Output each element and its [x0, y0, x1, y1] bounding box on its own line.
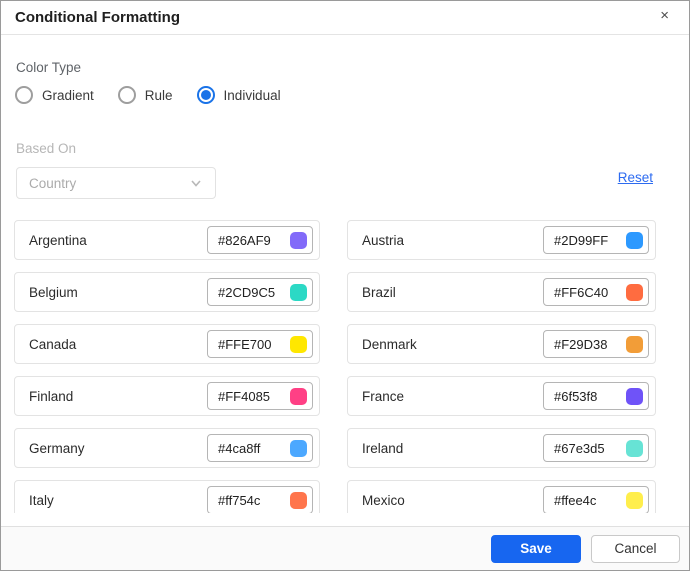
color-type-label: Color Type: [16, 60, 82, 75]
dialog-footer: Save Cancel: [1, 526, 689, 570]
hex-value: #FFE700: [218, 336, 272, 352]
close-icon[interactable]: ×: [654, 6, 675, 25]
dialog-title: Conditional Formatting: [15, 9, 180, 26]
color-hex-input[interactable]: #6f53f8: [543, 382, 649, 410]
country-label: France: [362, 388, 405, 404]
hex-value: #F29D38: [554, 336, 608, 352]
color-item-germany: Germany #4ca8ff: [14, 428, 320, 468]
color-swatch[interactable]: [626, 491, 643, 509]
color-item-belgium: Belgium #2CD9C5: [14, 272, 320, 312]
country-label: Mexico: [362, 492, 405, 508]
color-hex-input[interactable]: #ffee4c: [543, 486, 649, 513]
country-label: Denmark: [362, 336, 417, 352]
hex-value: #6f53f8: [554, 388, 598, 404]
color-swatch[interactable]: [626, 387, 643, 405]
hex-value: #ff754c: [218, 492, 261, 508]
radio-circle-icon: [117, 86, 136, 104]
country-label: Italy: [29, 492, 54, 508]
color-hex-input[interactable]: #FF4085: [207, 382, 313, 410]
dialog-header: Conditional Formatting ×: [1, 1, 689, 35]
color-type-radio-group: Gradient Rule Individual: [15, 86, 281, 104]
color-hex-input[interactable]: #4ca8ff: [207, 434, 313, 462]
color-item-ireland: Ireland #67e3d5: [347, 428, 656, 468]
country-label: Belgium: [29, 284, 78, 300]
country-label: Brazil: [362, 284, 396, 300]
radio-gradient[interactable]: Gradient: [15, 86, 94, 104]
country-label: Ireland: [362, 440, 404, 456]
hex-value: #ffee4c: [554, 492, 597, 508]
hex-value: #FF4085: [218, 388, 271, 404]
color-item-brazil: Brazil #FF6C40: [347, 272, 656, 312]
color-swatch[interactable]: [626, 439, 643, 457]
color-hex-input[interactable]: #FFE700: [207, 330, 313, 358]
color-hex-input[interactable]: #F29D38: [543, 330, 649, 358]
color-hex-input[interactable]: #826AF9: [207, 226, 313, 254]
hex-value: #2D99FF: [554, 232, 609, 248]
reset-link[interactable]: Reset: [618, 170, 653, 185]
color-item-finland: Finland #FF4085: [14, 376, 320, 416]
color-swatch[interactable]: [626, 283, 643, 301]
radio-individual[interactable]: Individual: [196, 86, 281, 104]
color-swatch[interactable]: [290, 439, 307, 457]
color-swatch[interactable]: [626, 231, 643, 249]
color-item-france: France #6f53f8: [347, 376, 656, 416]
color-swatch[interactable]: [290, 231, 307, 249]
save-button[interactable]: Save: [491, 534, 581, 563]
color-item-austria: Austria #2D99FF: [347, 220, 656, 260]
conditional-formatting-dialog: Conditional Formatting × Color Type Grad…: [0, 0, 690, 571]
color-item-italy: Italy #ff754c: [14, 480, 320, 513]
color-hex-input[interactable]: #FF6C40: [543, 278, 649, 306]
color-hex-input[interactable]: #2CD9C5: [207, 278, 313, 306]
hex-value: #67e3d5: [554, 440, 605, 456]
based-on-label: Based On: [16, 141, 77, 156]
based-on-dropdown[interactable]: Country: [16, 167, 216, 199]
color-swatch[interactable]: [290, 387, 307, 405]
color-swatch[interactable]: [626, 335, 643, 353]
based-on-selected-value: Country: [29, 175, 77, 191]
color-hex-input[interactable]: #ff754c: [207, 486, 313, 513]
color-swatch[interactable]: [290, 491, 307, 509]
country-label: Austria: [362, 232, 405, 248]
radio-circle-selected-icon: [196, 86, 215, 104]
color-item-mexico: Mexico #ffee4c: [347, 480, 656, 513]
color-item-denmark: Denmark #F29D38: [347, 324, 656, 364]
radio-rule-label: Rule: [144, 87, 173, 103]
country-label: Canada: [29, 336, 77, 352]
hex-value: #4ca8ff: [218, 440, 261, 456]
color-swatch[interactable]: [290, 283, 307, 301]
radio-gradient-label: Gradient: [42, 87, 94, 103]
radio-circle-icon: [15, 86, 33, 104]
chevron-down-icon: [189, 176, 203, 190]
country-label: Argentina: [29, 232, 87, 248]
hex-value: #826AF9: [218, 232, 271, 248]
country-label: Finland: [29, 388, 74, 404]
country-label: Germany: [29, 440, 85, 456]
radio-rule[interactable]: Rule: [117, 86, 173, 104]
color-hex-input[interactable]: #2D99FF: [543, 226, 649, 254]
hex-value: #2CD9C5: [218, 284, 276, 300]
radio-individual-label: Individual: [223, 87, 281, 103]
color-hex-input[interactable]: #67e3d5: [543, 434, 649, 462]
hex-value: #FF6C40: [554, 284, 609, 300]
color-swatch[interactable]: [290, 335, 307, 353]
color-item-canada: Canada #FFE700: [14, 324, 320, 364]
color-items-list: Argentina #826AF9 Austria #2D99FF Belgiu…: [14, 220, 656, 513]
cancel-button[interactable]: Cancel: [591, 534, 680, 563]
color-item-argentina: Argentina #826AF9: [14, 220, 320, 260]
